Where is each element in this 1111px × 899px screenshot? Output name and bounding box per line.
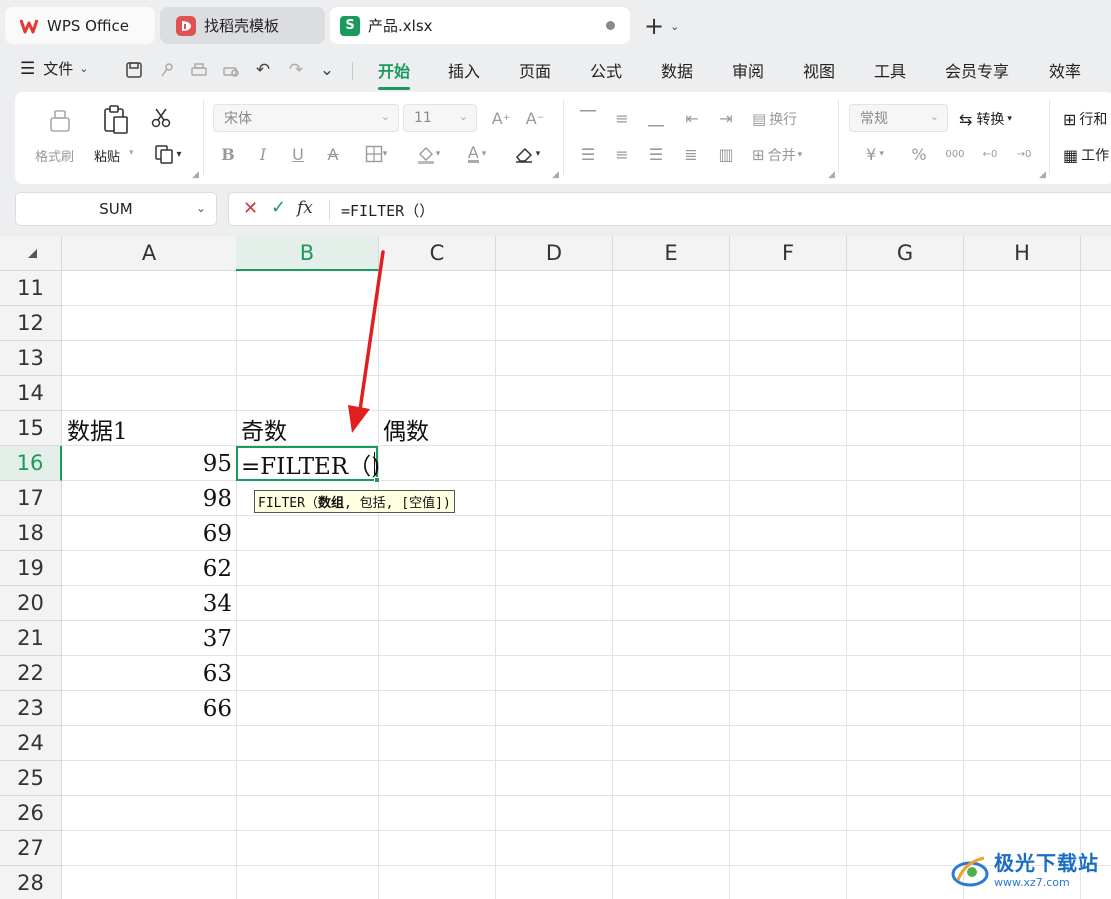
watermark-text: 极光下载站 www.xz7.com	[994, 853, 1099, 888]
annotation-arrow	[348, 250, 385, 433]
wps-spreadsheet-window: WPS Office 找稻壳模板 S 产品.xlsx + ⌄ ☰ 文件 ⌄ ↶ …	[0, 0, 1111, 899]
watermark-logo-icon	[950, 850, 990, 890]
watermark-title: 极光下载站	[994, 850, 1099, 875]
watermark-url: www.xz7.com	[994, 875, 1070, 889]
watermark: 极光下载站 www.xz7.com	[950, 845, 1110, 895]
